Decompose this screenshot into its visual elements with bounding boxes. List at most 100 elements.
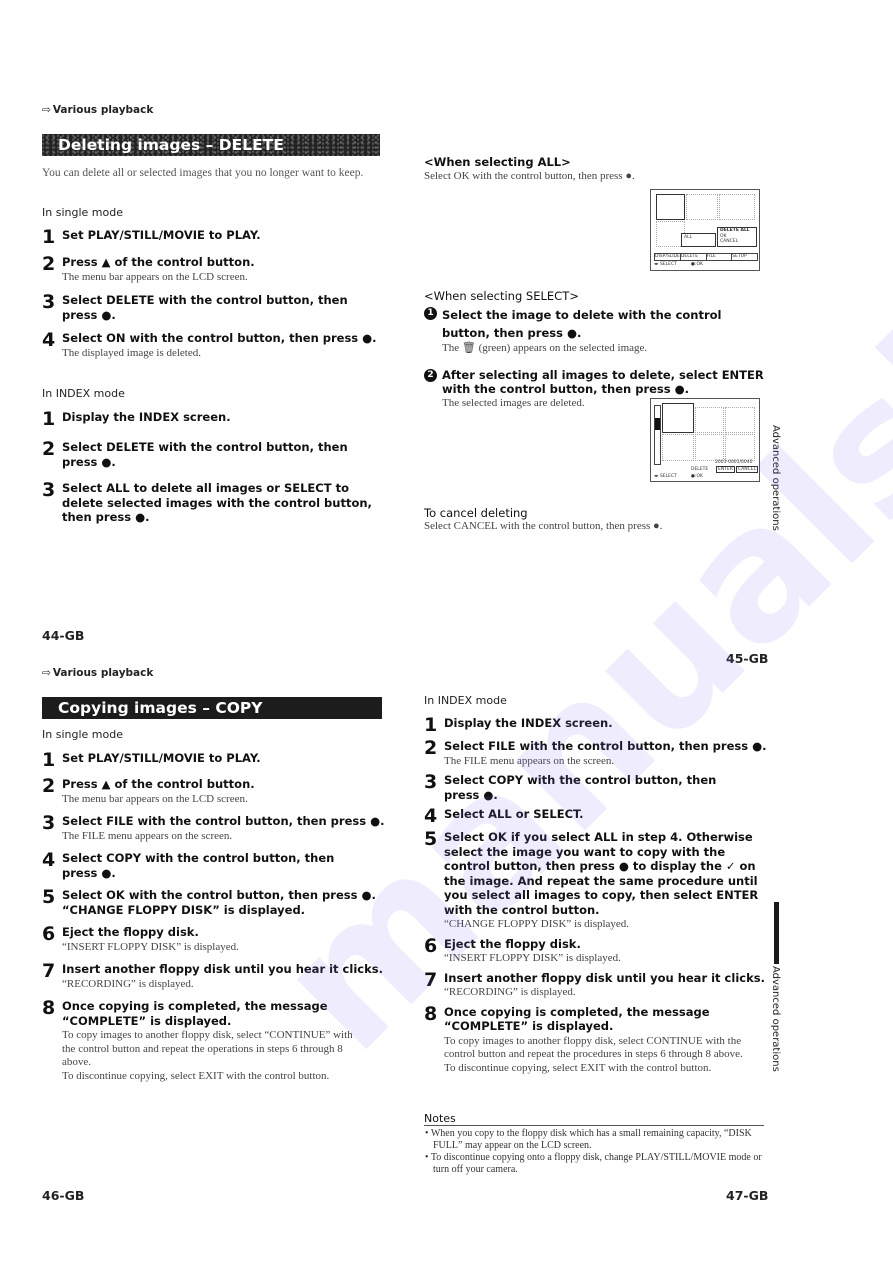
page-number-47: 47-GB (726, 1188, 769, 1203)
step-title: Select COPY with the control button, the… (444, 773, 717, 802)
section-banner-delete: Deleting images – DELETE (42, 134, 380, 156)
intro-text: You can delete all or selected images th… (42, 167, 364, 179)
step-title: Press ▲ of the control button. (62, 255, 255, 269)
step-item: 5 Select OK if you select ALL in step 4.… (424, 830, 769, 932)
step-title: Select ALL to delete all images or SELEC… (62, 481, 372, 524)
step-title: Select the image to delete with the cont… (442, 308, 722, 340)
step-item: 5 Select OK with the control button, the… (42, 888, 387, 917)
lcd-tab: DELETE (681, 254, 707, 260)
steps-delete-single: 1 Set PLAY/STILL/MOVIE to PLAY. 2 Press … (42, 228, 382, 360)
section-banner-copy: Copying images – COPY (42, 697, 382, 719)
lcd-tab: SETUP (732, 254, 747, 259)
when-select-heading: <When selecting SELECT> (424, 289, 579, 303)
step-description: The menu bar appears on the LCD screen. (62, 270, 248, 283)
lcd-popup-title: DELETE ALL (720, 228, 750, 233)
step-title: Select OK with the control button, then … (62, 888, 376, 917)
step-number: 6 (424, 934, 438, 957)
step-number: 2 (42, 438, 56, 460)
step-number: 8 (42, 997, 56, 1019)
lcd-tab: FILE (707, 254, 733, 260)
step-number: 1 (42, 226, 56, 248)
mode-heading-single-copy: In single mode (42, 728, 123, 741)
step-description: “INSERT FLOPPY DISK” is displayed. (444, 952, 621, 964)
step-title: Press ▲ of the control button. (62, 777, 255, 791)
lcd-footer-right: ●:OK (691, 474, 703, 479)
circled-number: 1 (424, 307, 437, 320)
lcd-delete-label: DELETE (691, 467, 709, 472)
step-item: 1 Display the INDEX screen. (424, 714, 769, 736)
step-description: The displayed image is deleted. (62, 346, 201, 359)
step-title: Insert another floppy disk until you hea… (444, 970, 765, 985)
step-number: 2 (42, 775, 56, 797)
lcd-cancel-button: CANCEL (736, 466, 759, 473)
note-item: When you copy to the floppy disk which h… (431, 1128, 769, 1152)
step-item: 2 Press ▲ of the control button. The menu… (42, 255, 382, 284)
arrow-right-icon: ⇨ (42, 104, 51, 116)
banner-title: Copying images – COPY (58, 699, 263, 717)
steps-copy-single: 1 Set PLAY/STILL/MOVIE to PLAY. 2 Press … (42, 751, 387, 1083)
mode-heading-single: In single mode (42, 206, 123, 219)
step-description: The FILE menu appears on the screen. (62, 829, 233, 842)
side-tab-label-top: Advanced operations (770, 425, 781, 531)
step-item: 1 Set PLAY/STILL/MOVIE to PLAY. (42, 226, 382, 248)
step-description: “INSERT FLOPPY DISK” is displayed. (62, 940, 239, 953)
step-number: 5 (42, 886, 56, 908)
step-item: 2 Select DELETE with the control button,… (42, 440, 352, 469)
step-item: 2 Select FILE with the control button, t… (424, 739, 769, 768)
banner-title: Deleting images – DELETE (58, 136, 284, 154)
step-number: 8 (424, 1002, 438, 1025)
step-number: 2 (42, 253, 56, 275)
step-item: 1 Select the image to delete with the co… (424, 306, 764, 356)
thumbnail-slot (695, 434, 724, 461)
step-number: 4 (42, 849, 56, 871)
step-description: To copy images to another floppy disk, s… (444, 1034, 743, 1074)
step-item: 3 Select ALL to delete all images or SEL… (42, 481, 382, 525)
notes-section: Notes When you copy to the floppy disk w… (424, 1112, 769, 1176)
lcd-footer-left: ◂▸ SELECT (654, 474, 677, 479)
step-item: 8 Once copying is completed, the message… (42, 999, 362, 1083)
step-item: 4 Select ON with the control button, the… (42, 331, 382, 360)
selected-thumbnail (656, 194, 685, 220)
step-number: 4 (42, 329, 56, 351)
step-number: 3 (424, 771, 438, 793)
step-description: To copy images to another floppy disk, s… (62, 1029, 353, 1082)
when-all-heading: <When selecting ALL> (424, 155, 571, 169)
step-title: Once copying is completed, the message “… (62, 999, 328, 1028)
step-number: 5 (424, 828, 438, 850)
step-number: 7 (424, 968, 438, 991)
thumbnail-slot (725, 407, 755, 433)
step-item: 3 Select DELETE with the control button,… (42, 293, 352, 322)
step-title: Select OK if you select ALL in step 4. O… (444, 830, 759, 917)
step-title: After selecting all images to delete, se… (442, 367, 764, 397)
step-description: The menu bar appears on the LCD screen. (62, 792, 248, 805)
notes-list: When you copy to the floppy disk which h… (424, 1128, 769, 1176)
lcd-menu-label: ALL (684, 235, 693, 240)
step-number: 2 (424, 737, 438, 759)
step-number: 3 (42, 291, 56, 313)
step-title: Insert another floppy disk until you hea… (62, 962, 383, 976)
lcd-counter: 2001-0001/0040 (715, 460, 753, 465)
lcd-scroll-thumb (655, 418, 660, 430)
thumbnail-slot (695, 407, 724, 433)
lcd-diagram-delete-all: ALL DELETE ALL OK CANCEL DISP/SLIDE DELE… (650, 189, 760, 271)
thumbnail-slot (725, 434, 755, 461)
lcd-menu-bar: DISP/SLIDE DELETE FILE SETUP (654, 253, 758, 261)
step-number: 1 (424, 714, 438, 736)
step-title: Set PLAY/STILL/MOVIE to PLAY. (62, 228, 261, 242)
lcd-popup: DELETE ALL OK CANCEL (717, 227, 757, 247)
step-item: 7 Insert another floppy disk until you h… (42, 962, 387, 991)
note-item: To discontinue copying onto a floppy dis… (431, 1152, 769, 1176)
breadcrumb-text: Various playback (52, 104, 154, 116)
lcd-enter-button: ENTER (716, 466, 735, 473)
step-description: “CHANGE FLOPPY DISK” is displayed. (444, 918, 630, 930)
circled-number: 2 (424, 368, 437, 382)
step-number: 6 (42, 923, 56, 945)
step-item: 3 Select FILE with the control button, t… (42, 814, 387, 843)
step-item: 4 Select COPY with the control button, t… (42, 851, 372, 880)
step-title: Display the INDEX screen. (62, 410, 231, 424)
step-title: Select FILE with the control button, the… (62, 814, 385, 828)
page-number-44: 44-GB (42, 628, 85, 643)
selected-thumbnail (662, 403, 694, 433)
breadcrumb-bottom: ⇨ Various playback (42, 667, 153, 679)
step-item: 2 Press ▲ of the control button. The menu… (42, 777, 387, 806)
